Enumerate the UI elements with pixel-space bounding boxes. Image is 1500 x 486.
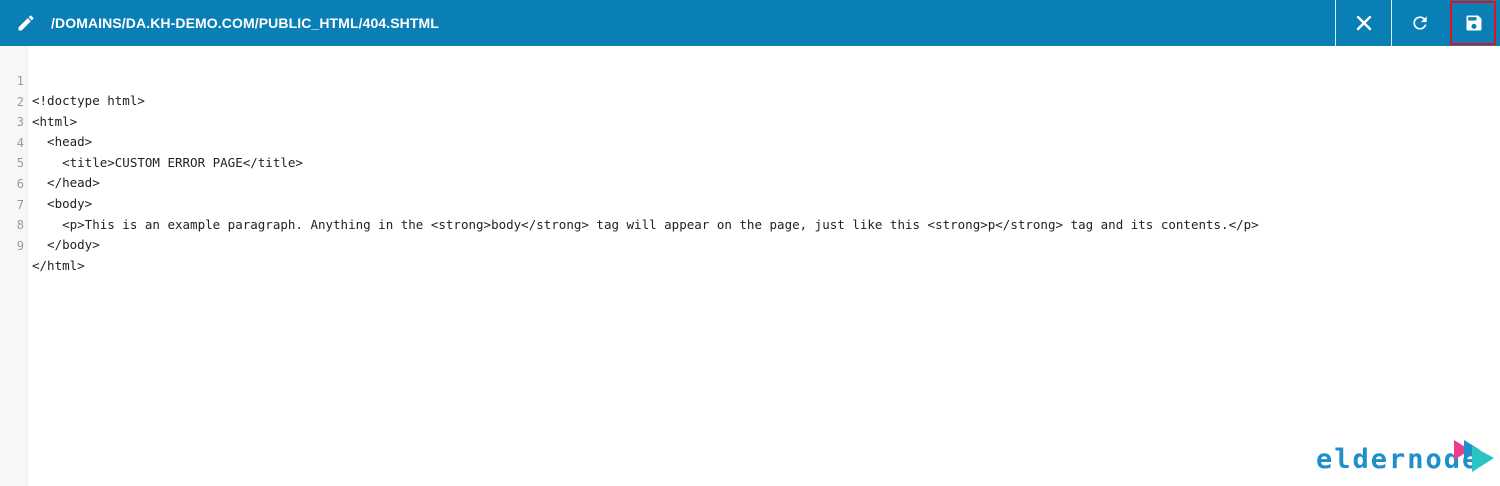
code-line[interactable]: 2 <html> <box>0 72 77 129</box>
code-line[interactable]: 9 </html> <box>0 216 85 273</box>
code-line[interactable]: 7 <p>This is an example paragraph. Anyth… <box>0 175 1259 232</box>
file-path-title: /DOMAINS/DA.KH-DEMO.COM/PUBLIC_HTML/404.… <box>51 15 439 31</box>
reload-icon <box>1412 16 1427 30</box>
code-editor[interactable]: 1 <!doctype html> 2 <html> 3 <head> 4 <t… <box>0 46 1500 486</box>
reload-button[interactable] <box>1391 0 1447 46</box>
save-icon <box>1466 15 1482 31</box>
save-button[interactable] <box>1448 0 1500 46</box>
code-line[interactable]: 8 </body> <box>0 195 100 252</box>
code-line[interactable]: 3 <head> <box>0 92 92 149</box>
pencil-icon <box>18 15 34 31</box>
close-button[interactable] <box>1335 0 1391 46</box>
code-line[interactable]: 6 <body> <box>0 154 92 211</box>
code-line[interactable]: 1 <!doctype html> <box>0 51 145 108</box>
eldernode-watermark: eldernode <box>1316 440 1496 480</box>
code-line[interactable]: 4 <title>CUSTOM ERROR PAGE</title> <box>0 113 303 170</box>
line-code[interactable]: <p>This is an example paragraph. Anythin… <box>32 215 1259 235</box>
line-code[interactable]: <!doctype html> <box>32 91 145 111</box>
code-line[interactable]: 5 </head> <box>0 133 100 190</box>
line-code[interactable]: </html> <box>32 256 85 276</box>
line-code[interactable]: <title>CUSTOM ERROR PAGE</title> <box>32 153 303 173</box>
close-icon <box>1356 15 1371 31</box>
editor-toolbar: /DOMAINS/DA.KH-DEMO.COM/PUBLIC_HTML/404.… <box>0 0 1500 46</box>
eldernode-logo-icon <box>1454 440 1494 472</box>
file-editor-window: /DOMAINS/DA.KH-DEMO.COM/PUBLIC_HTML/404.… <box>0 0 1500 486</box>
line-number: 9 <box>16 239 24 253</box>
